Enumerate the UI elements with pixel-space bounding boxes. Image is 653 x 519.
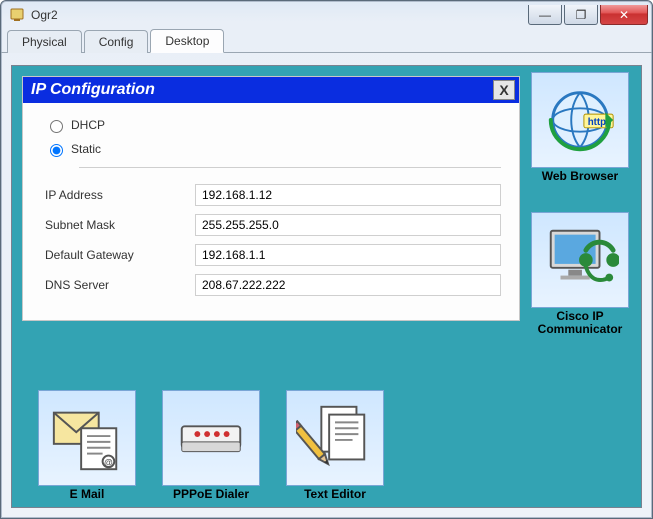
dns-row: DNS Server	[45, 274, 501, 296]
dhcp-radio[interactable]	[50, 120, 63, 133]
close-icon: X	[499, 82, 508, 98]
static-radio-row: Static	[45, 141, 501, 157]
cisco-label-2: Communicator	[538, 322, 623, 336]
mask-input[interactable]	[195, 214, 501, 236]
maximize-button[interactable]: ❐	[564, 5, 598, 25]
mask-row: Subnet Mask	[45, 214, 501, 236]
pppoe-label: PPPoE Dialer	[156, 488, 266, 501]
ip-row: IP Address	[45, 184, 501, 206]
email-icon[interactable]: @ E Mail	[32, 390, 142, 501]
texted-label: Text Editor	[280, 488, 390, 501]
divider	[79, 167, 501, 168]
mask-label: Subnet Mask	[45, 218, 195, 232]
web-browser-label: Web Browser	[525, 170, 635, 183]
dns-input[interactable]	[195, 274, 501, 296]
text-editor-icon[interactable]: Text Editor	[280, 390, 390, 501]
gateway-label: Default Gateway	[45, 248, 195, 262]
tab-physical[interactable]: Physical	[7, 30, 82, 53]
tab-config[interactable]: Config	[84, 30, 149, 53]
document-pencil-icon	[286, 390, 384, 486]
dialog-close-button[interactable]: X	[493, 80, 515, 100]
ip-configuration-dialog: IP Configuration X DHCP Static	[22, 76, 520, 321]
dhcp-radio-row: DHCP	[45, 117, 501, 133]
dhcp-label: DHCP	[71, 118, 105, 132]
ip-label: IP Address	[45, 188, 195, 202]
gateway-row: Default Gateway	[45, 244, 501, 266]
cisco-label-1: Cisco IP	[556, 309, 603, 323]
desktop-area: IP Configuration X DHCP Static	[11, 65, 642, 508]
minimize-button[interactable]: —	[528, 5, 562, 25]
monitor-headset-icon	[531, 212, 629, 308]
web-browser-icon[interactable]: http: Web Browser	[525, 72, 635, 183]
tab-strip: Physical Config Desktop	[1, 29, 652, 53]
email-label: E Mail	[32, 488, 142, 501]
app-icon	[9, 7, 25, 23]
tab-desktop[interactable]: Desktop	[150, 29, 224, 53]
gateway-input[interactable]	[195, 244, 501, 266]
cisco-ip-communicator-icon[interactable]: Cisco IP Communicator	[525, 212, 635, 336]
close-window-button[interactable]: ✕	[600, 5, 648, 25]
static-label: Static	[71, 142, 101, 156]
app-window: Ogr2 — ❐ ✕ Physical Config Desktop IP Co…	[0, 0, 653, 519]
modem-icon	[162, 390, 260, 486]
envelope-icon: @	[38, 390, 136, 486]
title-bar: Ogr2 — ❐ ✕	[1, 1, 652, 29]
dialog-title: IP Configuration	[31, 81, 155, 99]
pppoe-dialer-icon[interactable]: PPPoE Dialer	[156, 390, 266, 501]
dialog-body: DHCP Static IP Address Subnet Mask	[23, 103, 519, 320]
client-area: IP Configuration X DHCP Static	[1, 53, 652, 518]
ip-input[interactable]	[195, 184, 501, 206]
dialog-titlebar: IP Configuration X	[23, 77, 519, 103]
window-title: Ogr2	[31, 8, 58, 22]
dns-label: DNS Server	[45, 278, 195, 292]
static-radio[interactable]	[50, 144, 63, 157]
svg-text:@: @	[104, 457, 113, 467]
globe-icon: http:	[531, 72, 629, 168]
